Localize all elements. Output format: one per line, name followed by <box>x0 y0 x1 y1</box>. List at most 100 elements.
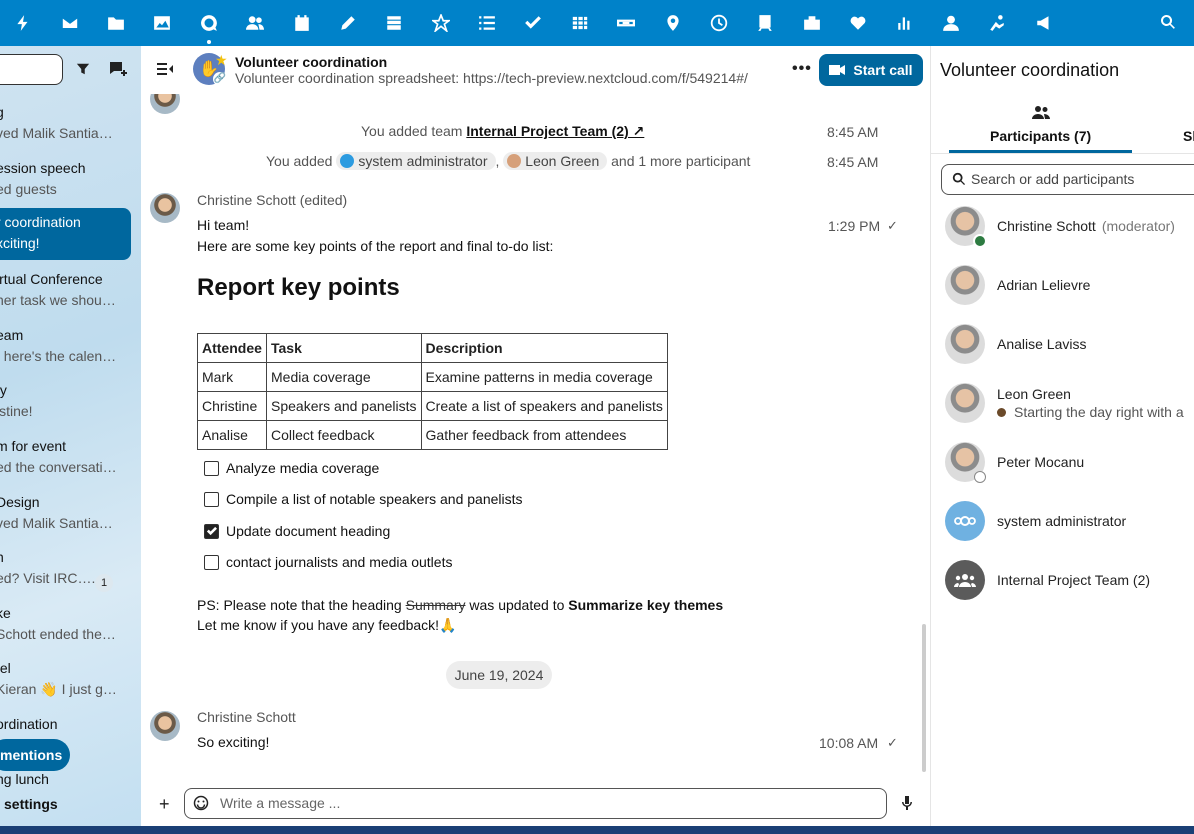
task-item[interactable]: Compile a list of notable speakers and p… <box>204 491 523 507</box>
task-item[interactable]: Update document heading <box>204 523 390 539</box>
activity-app-icon[interactable] <box>974 0 1020 46</box>
more-actions-button[interactable]: ••• <box>792 60 812 78</box>
tab-shared[interactable]: Sh <box>1183 128 1194 144</box>
conversation-item[interactable]: ession speech ed guests <box>0 154 131 206</box>
task-item[interactable]: Analyze media coverage <box>204 460 379 476</box>
announcements-app-icon[interactable] <box>1021 0 1067 46</box>
table-cell: Gather feedback from attendees <box>420 420 668 450</box>
mail-app-icon[interactable] <box>46 0 92 46</box>
unread-mentions-button[interactable]: mentions <box>0 739 70 771</box>
conversation-item[interactable]: m for event ed the conversati… <box>0 432 131 484</box>
conversation-item[interactable]: irtual Conference her task we shou… <box>0 265 131 317</box>
ps-text: PS: Please note that the heading <box>197 597 402 613</box>
participant-item[interactable]: Analise Laviss <box>945 324 1194 374</box>
conversation-item[interactable]: tel Kieran 👋 I just g… <box>0 654 131 706</box>
avatar[interactable] <box>945 265 985 305</box>
calendar-app-icon[interactable] <box>278 0 324 46</box>
notes-app-icon[interactable] <box>325 0 371 46</box>
dashboard-app-icon[interactable] <box>0 0 46 46</box>
filter-icon[interactable] <box>76 62 90 76</box>
task-label: Update document heading <box>226 523 391 539</box>
coffee-status-icon <box>997 408 1006 417</box>
microphone-icon[interactable] <box>901 795 913 811</box>
participant-item[interactable]: Adrian Lelievre <box>945 265 1194 315</box>
emoji-icon[interactable] <box>193 795 209 811</box>
team-link[interactable]: Internal Project Team (2) ↗ <box>466 123 644 139</box>
conversation-item[interactable]: eam , here's the calen… <box>0 321 131 373</box>
photos-app-icon[interactable] <box>139 0 185 46</box>
participant-status: Starting the day right with a <box>997 404 1184 420</box>
work-app-icon[interactable] <box>789 0 835 46</box>
participant-item[interactable]: system administrator <box>945 501 1194 551</box>
system-message-text: You added <box>266 153 333 169</box>
message-text: So exciting! <box>197 734 270 750</box>
participant-item[interactable]: Peter Mocanu <box>945 442 1194 492</box>
avatar[interactable] <box>150 94 180 114</box>
analytics-app-icon[interactable] <box>696 0 742 46</box>
deck-app-icon[interactable] <box>371 0 417 46</box>
avatar[interactable] <box>150 193 180 223</box>
task-item[interactable]: contact journalists and media outlets <box>204 554 452 570</box>
conversation-item-active[interactable]: r coordination xciting! <box>0 208 131 260</box>
talk-settings-button[interactable]: settings <box>4 796 58 812</box>
toggle-navigation-icon[interactable] <box>157 62 173 76</box>
avatar[interactable] <box>945 383 985 423</box>
avatar[interactable] <box>945 324 985 364</box>
conversation-item[interactable]: ke Schott ended the… <box>0 599 131 651</box>
table-row: Analise Collect feedback Gather feedback… <box>197 420 668 450</box>
tables-app-icon[interactable] <box>557 0 603 46</box>
table-cell: Create a list of speakers and panelists <box>420 391 668 421</box>
conversation-title: ty <box>0 382 7 398</box>
task-checkbox-checked[interactable] <box>204 523 219 539</box>
table-cell: Speakers and panelists <box>266 391 422 421</box>
stats-app-icon[interactable] <box>881 0 927 46</box>
add-attachment-button[interactable]: + <box>159 794 170 815</box>
message-input[interactable]: Write a message ... <box>184 788 887 819</box>
conversation-item[interactable]: Design ved Malik Santia… <box>0 488 131 540</box>
table-cell: Examine patterns in media coverage <box>420 362 668 392</box>
participant-item[interactable]: Christine Schott (moderator) <box>945 206 1194 256</box>
mention-pill[interactable]: system administrator <box>336 152 496 170</box>
health-app-icon[interactable] <box>835 0 881 46</box>
checklist-app-icon[interactable] <box>510 0 556 46</box>
participant-item[interactable]: Internal Project Team (2) <box>945 560 1194 610</box>
conversation-title: ng lunch <box>0 771 49 787</box>
conversation-search-input[interactable] <box>0 54 63 85</box>
talk-app-icon[interactable] <box>186 0 232 46</box>
message-text: Here are some key points of the report a… <box>197 238 554 254</box>
conversation-item[interactable]: g ved Malik Santia… <box>0 98 131 150</box>
participant-search-input[interactable]: Search or add participants <box>941 164 1194 195</box>
conversation-item[interactable]: ned? Visit IRC….1 <box>0 543 131 595</box>
message-time: 8:45 AM <box>827 154 879 170</box>
start-call-button[interactable]: Start call <box>819 54 923 86</box>
conversation-title: ke <box>0 605 11 621</box>
participant-item[interactable]: Leon Green Starting the day right with a <box>945 383 1194 433</box>
maps-app-icon[interactable] <box>649 0 695 46</box>
system-message: You added team Internal Project Team (2)… <box>361 123 644 140</box>
tasks-app-icon[interactable] <box>464 0 510 46</box>
conversation-title: ession speech <box>0 160 86 176</box>
task-checkbox[interactable] <box>204 460 219 476</box>
task-checkbox[interactable] <box>204 491 219 507</box>
team-group-icon[interactable] <box>945 560 985 600</box>
participant-name: system administrator <box>997 513 1127 529</box>
avatar[interactable] <box>150 711 180 741</box>
links-app-icon[interactable] <box>603 0 649 46</box>
tab-participants[interactable]: Participants (7) <box>990 128 1091 144</box>
search-icon[interactable] <box>1160 14 1178 32</box>
files-app-icon[interactable] <box>93 0 139 46</box>
social-app-icon[interactable] <box>418 0 464 46</box>
user-app-icon[interactable] <box>928 0 974 46</box>
conversation-title: r coordination <box>0 214 81 230</box>
scrollbar[interactable] <box>922 624 926 772</box>
transit-app-icon[interactable] <box>742 0 788 46</box>
new-conversation-icon[interactable] <box>108 60 128 78</box>
mention-pill[interactable]: Leon Green <box>503 152 608 170</box>
conversation-title: ordination <box>0 716 58 732</box>
conversation-preview: xciting! <box>0 235 40 251</box>
contacts-app-icon[interactable] <box>232 0 278 46</box>
conversation-item[interactable]: ty istine! <box>0 376 131 428</box>
nextcloud-avatar-icon[interactable] <box>945 501 985 541</box>
participant-name: Christine Schott (moderator) <box>997 218 1175 234</box>
task-checkbox[interactable] <box>204 554 219 570</box>
